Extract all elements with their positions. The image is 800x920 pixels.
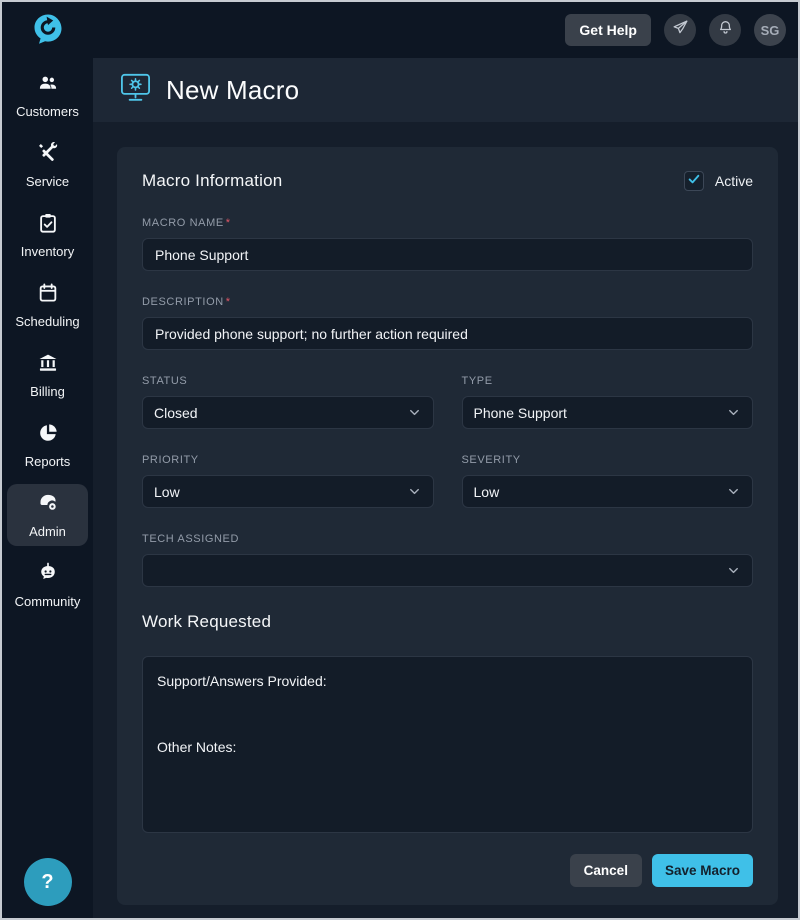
priority-value: Low <box>154 483 180 500</box>
community-icon <box>37 562 59 589</box>
check-icon <box>687 172 701 191</box>
get-help-button[interactable]: Get Help <box>565 14 651 46</box>
bell-icon <box>717 19 734 41</box>
work-requested-textarea[interactable]: Support/Answers Provided: Other Notes: <box>142 656 753 833</box>
type-select[interactable]: Phone Support <box>461 396 753 429</box>
send-icon <box>672 19 689 41</box>
severity-label: SEVERITY <box>461 454 521 466</box>
macro-name-input[interactable] <box>142 238 753 271</box>
logo-icon <box>32 12 64 49</box>
type-value: Phone Support <box>473 404 567 421</box>
avatar[interactable]: SG <box>754 14 786 46</box>
sidebar-item-label: Billing <box>30 384 65 399</box>
severity-select[interactable]: Low <box>461 475 753 508</box>
send-button[interactable] <box>664 14 696 46</box>
service-icon <box>37 142 59 169</box>
type-label: TYPE <box>461 375 493 387</box>
sidebar-item-service[interactable]: Service <box>7 134 88 196</box>
scheduling-icon <box>37 282 59 309</box>
section-title-macro-information: Macro Information <box>142 171 283 190</box>
reports-icon <box>37 422 59 449</box>
sidebar-nav: Customers Service Inventory Scheduling B… <box>2 58 93 622</box>
chevron-down-icon <box>407 405 422 420</box>
sidebar-item-admin[interactable]: Admin <box>7 484 88 546</box>
sidebar-item-label: Customers <box>16 104 79 119</box>
tech-assigned-select[interactable] <box>142 554 753 587</box>
section-title-work-requested: Work Requested <box>142 612 272 631</box>
question-icon: ? <box>41 870 54 893</box>
sidebar-item-label: Reports <box>24 454 71 469</box>
app-logo[interactable] <box>2 2 93 58</box>
sidebar-item-scheduling[interactable]: Scheduling <box>7 274 88 336</box>
sidebar-item-inventory[interactable]: Inventory <box>7 204 88 266</box>
page-header: New Macro <box>93 58 798 122</box>
priority-select[interactable]: Low <box>142 475 434 508</box>
tech-assigned-label: TECH ASSIGNED <box>142 533 240 545</box>
sidebar-item-community[interactable]: Community <box>7 554 88 616</box>
chevron-down-icon <box>726 563 741 578</box>
active-checkbox-row: Active <box>683 171 753 191</box>
page-title: New Macro <box>166 74 300 105</box>
macro-name-label: MACRO NAME * <box>142 217 231 229</box>
main-column: Get Help SG New Macro Macro Information … <box>93 2 798 918</box>
description-label: DESCRIPTION * <box>142 296 231 308</box>
save-macro-button[interactable]: Save Macro <box>651 854 753 887</box>
status-label: STATUS <box>142 375 188 387</box>
inventory-icon <box>37 212 59 239</box>
app-frame: Customers Service Inventory Scheduling B… <box>2 2 798 918</box>
chevron-down-icon <box>726 484 741 499</box>
description-input[interactable] <box>142 317 753 350</box>
admin-icon <box>37 492 59 519</box>
severity-value: Low <box>473 483 500 500</box>
content-area: Macro Information Active MACRO NAME * Ph… <box>93 122 798 918</box>
cancel-button[interactable]: Cancel <box>569 854 642 887</box>
required-marker: * <box>225 296 231 308</box>
topbar: Get Help SG <box>93 2 798 58</box>
sidebar-item-customers[interactable]: Customers <box>7 64 88 126</box>
sidebar-item-billing[interactable]: Billing <box>7 344 88 406</box>
chevron-down-icon <box>407 484 422 499</box>
notifications-button[interactable] <box>709 14 741 46</box>
sidebar-item-label: Inventory <box>20 244 75 259</box>
form-actions: Cancel Save Macro <box>142 854 753 887</box>
sidebar-item-label: Service <box>25 174 70 189</box>
sidebar-item-label: Admin <box>29 524 66 539</box>
status-select[interactable]: Closed <box>142 396 434 429</box>
sidebar: Customers Service Inventory Scheduling B… <box>2 2 93 918</box>
monitor-gear-icon <box>120 73 151 107</box>
billing-icon <box>37 352 59 379</box>
required-marker: * <box>225 217 231 229</box>
sidebar-item-reports[interactable]: Reports <box>7 414 88 476</box>
help-button[interactable]: ? <box>23 858 72 906</box>
macro-form-card: Macro Information Active MACRO NAME * Ph… <box>117 147 778 905</box>
active-checkbox-label: Active <box>714 173 753 189</box>
active-checkbox[interactable] <box>683 171 704 191</box>
priority-label: PRIORITY <box>142 454 199 466</box>
chevron-down-icon <box>726 405 741 420</box>
customers-icon <box>37 72 59 99</box>
status-value: Closed <box>154 404 198 421</box>
sidebar-item-label: Community <box>14 594 81 609</box>
sidebar-item-label: Scheduling <box>15 314 80 329</box>
